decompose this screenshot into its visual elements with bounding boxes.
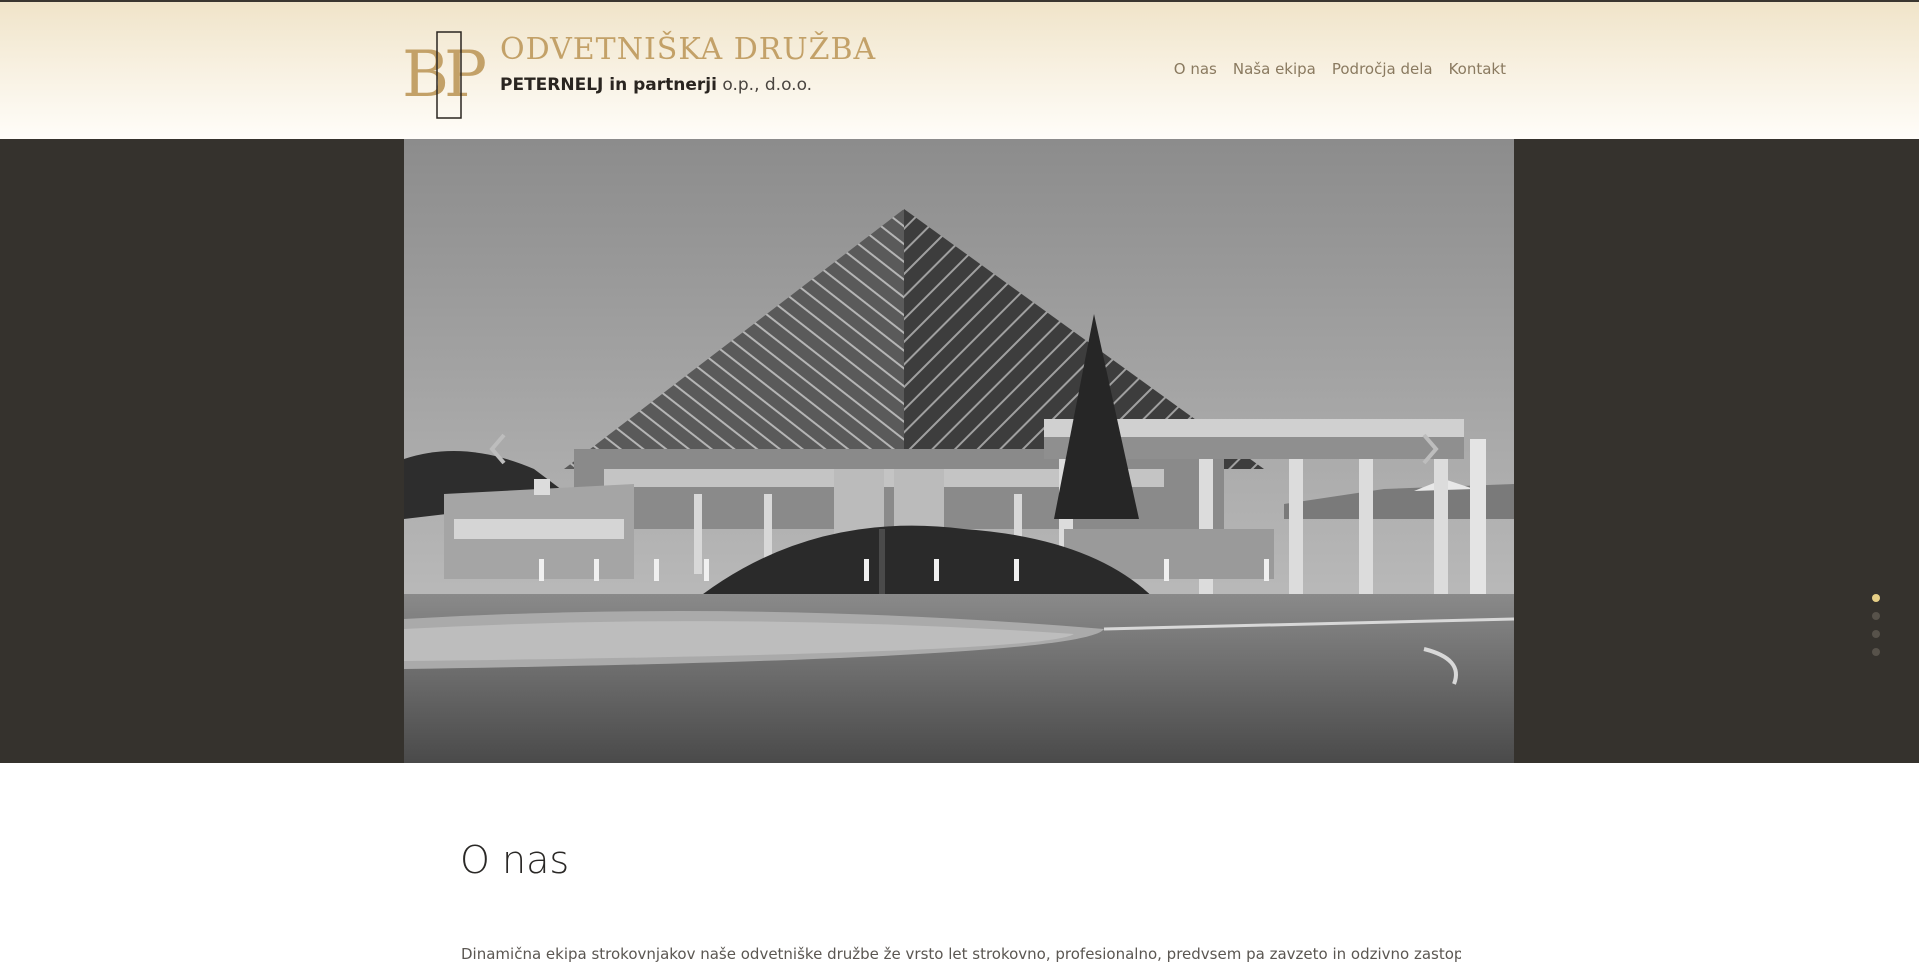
nav-item-nasa-ekipa[interactable]: Naša ekipa — [1233, 60, 1316, 78]
building-photo — [404, 139, 1514, 763]
slider-prev-icon[interactable] — [484, 429, 514, 469]
slider-dot-1[interactable] — [1872, 594, 1880, 602]
nav-item-o-nas[interactable]: O nas — [1174, 60, 1217, 78]
svg-text:B: B — [404, 38, 449, 112]
slider-dot-2[interactable] — [1872, 612, 1880, 620]
section-title: O nas — [460, 838, 570, 882]
brand-subtitle: PETERNELJ in partnerji o.p., d.o.o. — [500, 75, 812, 95]
svg-text:P: P — [444, 38, 487, 112]
nav-item-podrocja-dela[interactable]: Področja dela — [1332, 60, 1433, 78]
hero-slider — [0, 139, 1919, 763]
nav-item-kontakt[interactable]: Kontakt — [1449, 60, 1506, 78]
main-nav: O nas Naša ekipa Področja dela Kontakt — [1174, 60, 1506, 78]
site-logo[interactable]: B P ODVETNIŠKA DRUŽBA PETERNELJ in partn… — [404, 30, 904, 120]
brand-subtitle-legal: o.p., d.o.o. — [722, 75, 813, 95]
slider-pagination — [1872, 594, 1880, 666]
slider-dot-3[interactable] — [1872, 630, 1880, 638]
slider-dot-4[interactable] — [1872, 648, 1880, 656]
slide-image — [404, 139, 1514, 763]
site-header: B P ODVETNIŠKA DRUŽBA PETERNELJ in partn… — [0, 2, 1919, 139]
slider-next-icon[interactable] — [1414, 429, 1444, 469]
brand-subtitle-name: PETERNELJ in partnerji — [500, 75, 717, 95]
brand-title: ODVETNIŠKA DRUŽBA — [500, 32, 877, 67]
section-intro-text: Dinamična ekipa strokovnjakov naše odvet… — [461, 945, 1461, 963]
logo-mark-icon: B P — [404, 31, 487, 119]
